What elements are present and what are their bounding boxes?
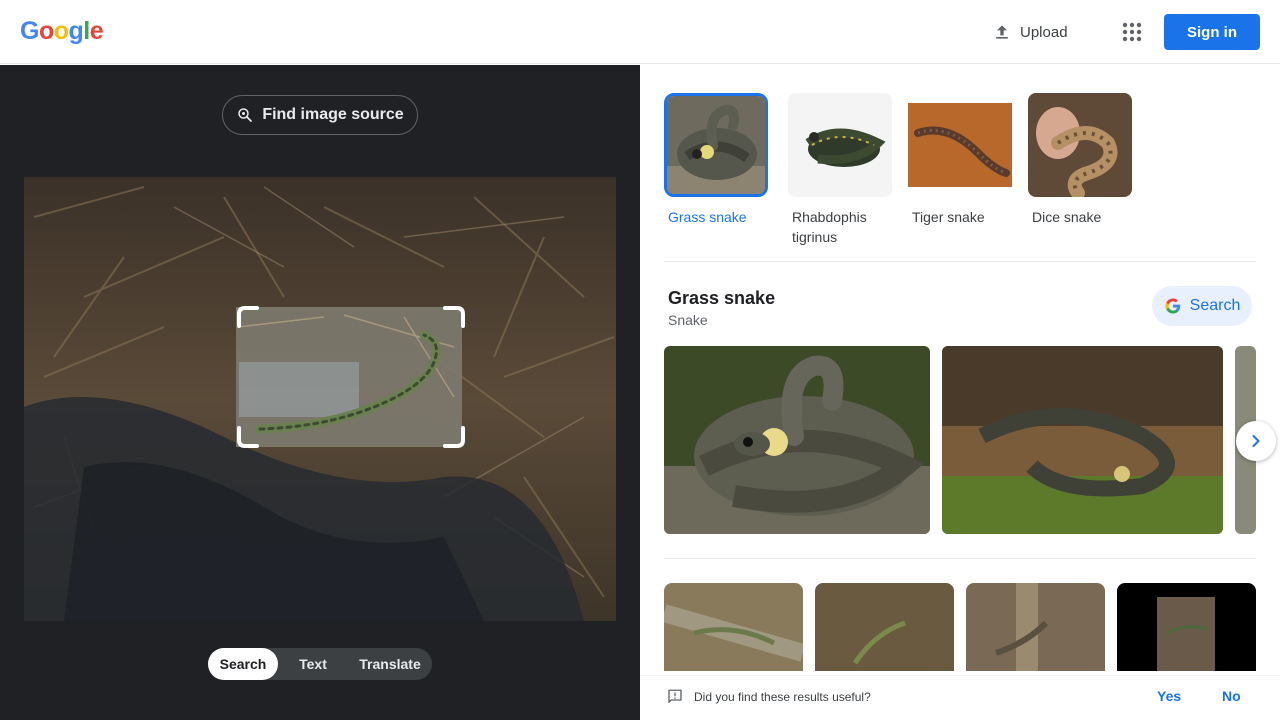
apps-grid-icon[interactable] xyxy=(1120,20,1144,44)
grass-snake-photo xyxy=(942,346,1223,534)
feedback-yes-button[interactable]: Yes xyxy=(1157,688,1181,704)
feedback-bar: Did you find these results useful? Yes N… xyxy=(640,675,1280,720)
visual-match-label: Tiger snake xyxy=(912,209,985,225)
mode-translate-tab[interactable]: Translate xyxy=(348,648,432,680)
logo-letter: G xyxy=(20,17,39,45)
google-logo[interactable]: Google xyxy=(20,17,104,46)
visual-match-rhabdophis-tigrinus[interactable]: Rhabdophis tigrinus xyxy=(788,93,892,247)
entity-search-button[interactable]: Search xyxy=(1152,286,1252,326)
visual-match-label: Grass snake xyxy=(668,209,747,225)
visual-match-chips: Grass snake Rhabdophis tigrinus Tiger sn… xyxy=(664,93,1144,253)
feedback-icon xyxy=(668,689,682,703)
entity-search-label: Search xyxy=(1189,297,1241,314)
result-image[interactable] xyxy=(815,583,954,671)
result-image[interactable] xyxy=(1117,583,1256,671)
entity-title: Grass snake xyxy=(668,288,776,308)
mode-text-tab[interactable]: Text xyxy=(278,648,348,680)
feedback-question: Did you find these results useful? xyxy=(694,690,871,704)
section-divider xyxy=(664,558,1256,559)
query-image[interactable] xyxy=(24,177,616,621)
result-image[interactable] xyxy=(664,346,930,534)
lens-search-icon xyxy=(238,108,253,122)
crop-region-handles[interactable] xyxy=(237,306,465,448)
thumbnail-image xyxy=(664,93,768,197)
logo-letter: o xyxy=(38,17,54,45)
visual-match-grass-snake[interactable]: Grass snake xyxy=(664,93,768,227)
thumbnail-image xyxy=(1028,93,1132,197)
results-pane: Grass snake Rhabdophis tigrinus Tiger sn… xyxy=(640,65,1280,720)
section-divider xyxy=(664,261,1256,262)
lens-image-pane: Find image source Search Text Translate xyxy=(0,65,640,720)
mode-search-tab[interactable]: Search xyxy=(208,648,278,680)
upload-button[interactable]: Upload xyxy=(992,18,1068,46)
upload-icon xyxy=(996,25,1008,39)
logo-letter: e xyxy=(89,17,104,45)
logo-letter: o xyxy=(53,17,69,45)
result-image[interactable] xyxy=(942,346,1223,534)
sign-in-button[interactable]: Sign in xyxy=(1164,14,1260,50)
result-image[interactable] xyxy=(664,583,803,671)
upload-label: Upload xyxy=(1020,23,1068,41)
visual-match-dice-snake[interactable]: Dice snake xyxy=(1028,93,1132,227)
next-results-button[interactable] xyxy=(1236,421,1276,461)
result-image[interactable] xyxy=(966,583,1105,671)
grass-snake-photo xyxy=(664,346,930,534)
visual-match-tiger-snake[interactable]: Tiger snake xyxy=(908,93,1012,227)
entity-subtitle: Snake xyxy=(668,312,708,328)
find-image-source-label: Find image source xyxy=(262,106,404,123)
thumbnail-image xyxy=(908,93,1012,197)
thumbnail-image xyxy=(788,93,892,197)
google-g-icon xyxy=(1165,298,1180,314)
find-image-source-button[interactable]: Find image source xyxy=(222,95,418,135)
top-bar: Google Upload Sign in xyxy=(0,0,1280,64)
lens-mode-switcher: Search Text Translate xyxy=(208,648,432,680)
visual-match-label: Rhabdophis tigrinus xyxy=(792,209,867,245)
feedback-no-button[interactable]: No xyxy=(1222,688,1241,704)
visual-match-label: Dice snake xyxy=(1032,209,1102,225)
logo-letter: g xyxy=(68,17,84,45)
chevron-right-icon xyxy=(1252,435,1260,447)
